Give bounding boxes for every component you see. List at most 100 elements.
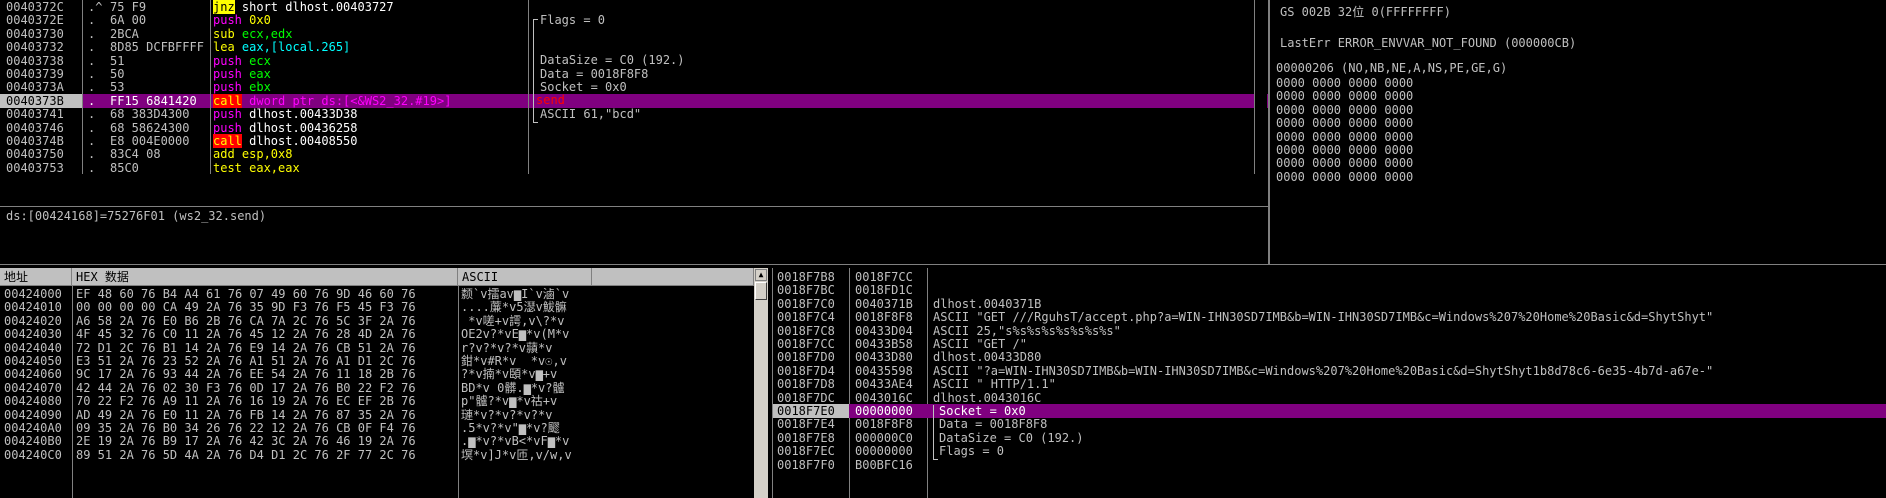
stack-comment[interactable]: ASCII 25,"s%s%s%s%s%s%s%s" xyxy=(933,324,1121,338)
stack-row[interactable]: 0018F7EC 00000000 Flags = 0 xyxy=(773,444,1886,458)
disasm-address[interactable]: 00403739 xyxy=(6,67,64,81)
stack-row[interactable]: 0018F7D8 00433AE4 ASCII " HTTP/1.1" xyxy=(773,377,1886,391)
disasm-row[interactable]: 00403753. 85C0 test eax,eax xyxy=(0,161,1268,174)
disasm-opcode-bytes[interactable]: 83C4 08 xyxy=(110,147,161,161)
disasm-opcode-bytes[interactable]: 85C0 xyxy=(110,161,139,174)
stack-comment[interactable]: dlhost.0043016C xyxy=(933,391,1041,405)
disasm-instruction[interactable]: call dword ptr ds:[<&WS2_32.#19>] xyxy=(213,93,451,108)
scroll-thumb[interactable] xyxy=(755,282,767,300)
stack-value[interactable]: 00000000 xyxy=(855,444,913,458)
stack-address[interactable]: 0018F7E0 xyxy=(773,404,849,418)
dump-row[interactable]: 00424000 EF 48 60 76 B4 A4 61 76 07 49 60… xyxy=(0,287,768,301)
stack-value[interactable]: B00BFC16 xyxy=(855,458,913,472)
dump-ascii[interactable]: p"髗?*v▆*v祜+v xyxy=(461,394,557,408)
stack-address[interactable]: 0018F7CC xyxy=(777,337,835,351)
disasm-instruction[interactable]: add esp,0x8 xyxy=(213,147,292,161)
dump-address[interactable]: 004240C0 xyxy=(4,448,62,462)
dump-ascii[interactable]: .5*v?*v"▆*v?飂 xyxy=(461,421,560,435)
disasm-instruction[interactable]: push ebx xyxy=(213,80,271,94)
stack-value[interactable]: 00433AE4 xyxy=(855,377,913,391)
disasm-address[interactable]: 00403732 xyxy=(6,40,64,54)
disasm-row[interactable]: 0040373A. 53 push ebx xyxy=(0,80,1268,94)
stack-pane[interactable]: 0018F7B8 0018F7CC 0018F7BC 0018FD1C 0018F7C0… xyxy=(772,268,1886,498)
dump-row[interactable]: 00424070 42 44 2A 76 02 30 F3 76 0D 17 2A… xyxy=(0,381,768,395)
stack-value[interactable]: 00435598 xyxy=(855,364,913,378)
stack-comment[interactable]: ASCII "GET ///RguhsT/accept.php?a=WIN-IH… xyxy=(933,310,1713,324)
dump-address[interactable]: 00424010 xyxy=(4,300,62,314)
dump-row[interactable]: 004240B0 2E 19 2A 76 B9 17 2A 76 42 3C 2A… xyxy=(0,434,768,448)
stack-comment[interactable]: Socket = 0x0 xyxy=(939,404,1026,418)
stack-row[interactable]: 0018F7C0 0040371B dlhost.0040371B xyxy=(773,297,1886,311)
dump-ascii[interactable]: r?v?*v?*v蘏*v xyxy=(461,341,552,355)
stack-address[interactable]: 0018F7D0 xyxy=(777,350,835,364)
stack-comment[interactable]: Flags = 0 xyxy=(939,444,1004,458)
dump-row[interactable]: 00424050 E3 51 2A 76 23 52 2A 76 A1 51 2A… xyxy=(0,354,768,368)
stack-value[interactable]: 00433D80 xyxy=(855,350,913,364)
dump-ascii[interactable]: 颣`v擂av▆I`v滷`v xyxy=(461,287,569,301)
disasm-opcode-bytes[interactable]: E8 004E0000 xyxy=(110,134,189,148)
stack-value[interactable]: 0018FD1C xyxy=(855,283,913,297)
dump-hex-bytes[interactable]: E3 51 2A 76 23 52 2A 76 A1 51 2A 76 A1 D… xyxy=(76,354,416,368)
stack-row[interactable]: 0018F7E8 000000C0 DataSize = C0 (192.) xyxy=(773,431,1886,445)
disasm-opcode-bytes[interactable]: 75 F9 xyxy=(110,0,146,14)
dump-row[interactable]: 00424040 72 D1 2C 76 B1 14 2A 76 E9 14 2A… xyxy=(0,341,768,355)
dump-row[interactable]: 00424060 9C 17 2A 76 93 44 2A 76 EE 54 2A… xyxy=(0,367,768,381)
dump-hex-bytes[interactable]: 9C 17 2A 76 93 44 2A 76 EE 54 2A 76 11 1… xyxy=(76,367,416,381)
disasm-address[interactable]: 0040374B xyxy=(6,134,64,148)
disasm-scrollbar[interactable]: ▼ xyxy=(1254,0,1267,174)
disasm-instruction[interactable]: push dlhost.00436258 xyxy=(213,121,358,135)
stack-address[interactable]: 0018F7EC xyxy=(777,444,835,458)
dump-address[interactable]: 00424070 xyxy=(4,381,62,395)
dump-address[interactable]: 004240B0 xyxy=(4,434,62,448)
dump-address[interactable]: 00424090 xyxy=(4,408,62,422)
disasm-opcode-bytes[interactable]: 53 xyxy=(110,80,124,94)
stack-comment[interactable]: DataSize = C0 (192.) xyxy=(939,431,1084,445)
disasm-opcode-bytes[interactable]: 2BCA xyxy=(110,27,139,41)
dump-address[interactable]: 00424040 xyxy=(4,341,62,355)
disasm-address[interactable]: 0040373A xyxy=(6,80,64,94)
register-gs[interactable]: GS 002B 32位 0(FFFFFFFF) xyxy=(1280,3,1451,20)
fpu-register-row[interactable]: 0000 0000 0000 0000 xyxy=(1276,103,1413,117)
disasm-instruction[interactable]: jnz short dlhost.00403727 xyxy=(213,0,394,14)
stack-value[interactable]: 0018F7CC xyxy=(855,270,913,284)
dump-ascii[interactable]: ?*v揇*v頣*v▆+v xyxy=(461,367,557,381)
dump-row[interactable]: 004240C0 89 51 2A 76 5D 4A 2A 76 D4 D1 2C… xyxy=(0,448,768,462)
stack-row[interactable]: 0018F7E4 0018F8F8 Data = 0018F8F8 xyxy=(773,417,1886,431)
stack-row[interactable]: 0018F7DC 0043016C dlhost.0043016C xyxy=(773,391,1886,405)
stack-address[interactable]: 0018F7BC xyxy=(777,283,835,297)
stack-value[interactable]: 0040371B xyxy=(855,297,913,311)
stack-value[interactable]: 00433D04 xyxy=(855,324,913,338)
stack-comment[interactable]: ASCII " HTTP/1.1" xyxy=(933,377,1056,391)
dump-hex-bytes[interactable]: AD 49 2A 76 E0 11 2A 76 FB 14 2A 76 87 3… xyxy=(76,408,416,422)
disasm-opcode-bytes[interactable]: 50 xyxy=(110,67,124,81)
disasm-address[interactable]: 0040373B xyxy=(0,93,82,108)
dump-address[interactable]: 00424060 xyxy=(4,367,62,381)
dump-address[interactable]: 00424000 xyxy=(4,287,62,301)
dump-header-ascii[interactable]: ASCII xyxy=(458,268,592,286)
dump-row[interactable]: 00424090 AD 49 2A 76 E0 11 2A 76 FB 14 2A… xyxy=(0,408,768,422)
fpu-register-row[interactable]: 0000 0000 0000 0000 xyxy=(1276,130,1413,144)
disasm-address[interactable]: 0040372E xyxy=(6,13,64,27)
disasm-instruction[interactable]: lea eax,[local.265] xyxy=(213,40,350,54)
register-eflags[interactable]: 00000206 (NO,NB,NE,A,NS,PE,GE,G) xyxy=(1276,61,1507,75)
stack-row[interactable]: 0018F7C8 00433D04 ASCII 25,"s%s%s%s%s%s%s%… xyxy=(773,324,1886,338)
dump-address[interactable]: 00424030 xyxy=(4,327,62,341)
scroll-up-icon[interactable]: ▲ xyxy=(755,269,767,281)
dump-scrollbar[interactable]: ▲ xyxy=(754,268,768,498)
stack-row[interactable]: 0018F7E0 00000000 Socket = 0x0 xyxy=(773,404,1886,418)
disasm-row[interactable]: 0040373B. FF15 6841420 call dword ptr ds:[… xyxy=(0,93,1268,108)
stack-address[interactable]: 0018F7F0 xyxy=(777,458,835,472)
dump-hex-bytes[interactable]: 89 51 2A 76 5D 4A 2A 76 D4 D1 2C 76 2F 7… xyxy=(76,448,416,462)
dump-address[interactable]: 00424080 xyxy=(4,394,62,408)
disasm-row[interactable]: 0040372C .^ 75 F9 jnz short dlhost.00403727 xyxy=(0,0,1268,14)
disasm-row[interactable]: 00403730. 2BCA sub ecx,edx xyxy=(0,27,1268,41)
disasm-row[interactable]: 0040374B. E8 004E0000 call dlhost.00408550 xyxy=(0,134,1268,148)
stack-value[interactable]: 000000C0 xyxy=(855,431,913,445)
disasm-instruction[interactable]: call dlhost.00408550 xyxy=(213,134,358,148)
disasm-address[interactable]: 00403741 xyxy=(6,107,64,121)
dump-address[interactable]: 00424050 xyxy=(4,354,62,368)
dump-address[interactable]: 004240A0 xyxy=(4,421,62,435)
stack-address[interactable]: 0018F7DC xyxy=(777,391,835,405)
disasm-instruction[interactable]: push eax xyxy=(213,67,271,81)
stack-row[interactable]: 0018F7C4 0018F8F8 ASCII "GET ///RguhsT/acc… xyxy=(773,310,1886,324)
